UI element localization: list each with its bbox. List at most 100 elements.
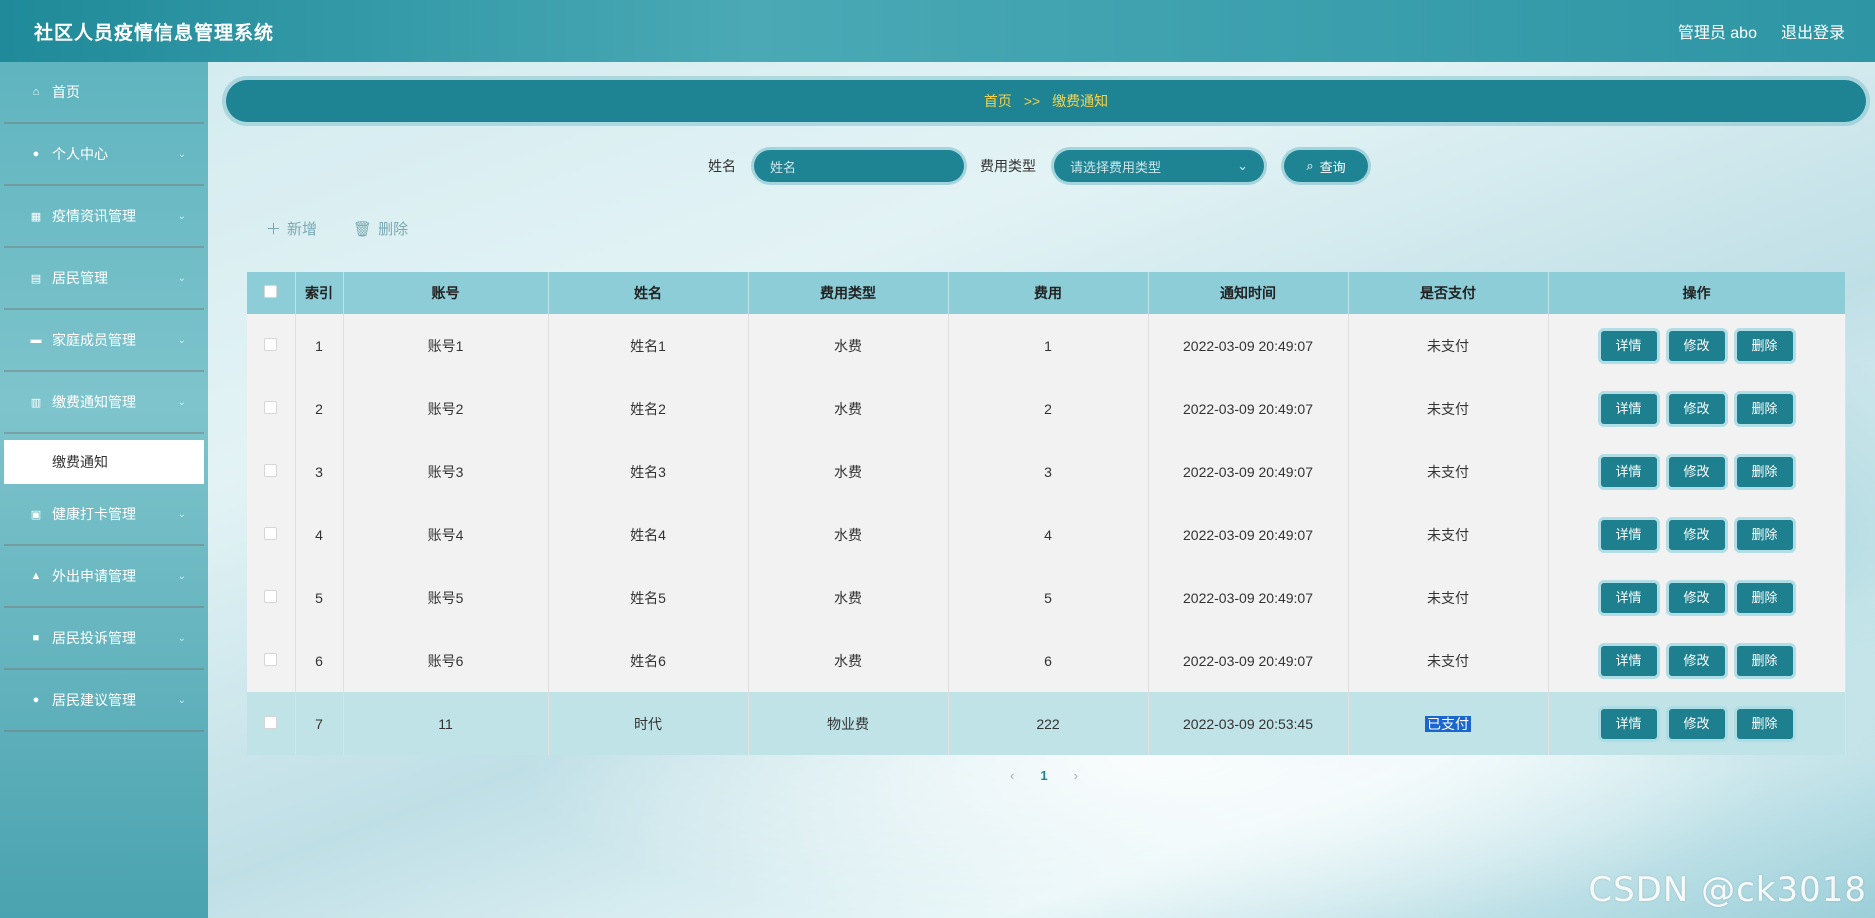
trend-icon: ▲ [30, 570, 42, 582]
next-page-button[interactable]: › [1074, 768, 1078, 783]
query-button[interactable]: ⌕ 查询 [1284, 150, 1368, 182]
edit-button[interactable]: 修改 [1668, 708, 1725, 739]
edit-button[interactable]: 修改 [1668, 456, 1725, 487]
account-cell: 账号3 [343, 440, 549, 503]
edit-button[interactable]: 修改 [1668, 645, 1725, 676]
edit-button[interactable]: 修改 [1668, 582, 1725, 613]
row-checkbox[interactable] [264, 400, 278, 414]
row-checkbox[interactable] [264, 715, 278, 729]
chevron-down-icon: ⌄ [177, 694, 186, 706]
select-all-checkbox[interactable] [264, 285, 278, 298]
briefcase-icon: ■ [32, 632, 40, 644]
breadcrumb-home[interactable]: 首页 [984, 91, 1012, 111]
name-search-input[interactable]: 姓名 [754, 150, 964, 182]
row-select-cell [247, 629, 296, 692]
row-checkbox[interactable] [264, 652, 278, 666]
fee-cell: 4 [948, 503, 1149, 566]
prev-page-button[interactable]: ‹ [1010, 768, 1014, 783]
operations-cell: 详情 修改 删除 [1548, 314, 1846, 377]
delete-button[interactable]: 删除 [1736, 330, 1793, 361]
search-bar: 姓名 姓名 费用类型 请选择费用类型 ⌄ ⌕ 查询 [708, 150, 1368, 182]
detail-button[interactable]: 详情 [1600, 582, 1657, 613]
delete-button[interactable]: 删除 [1736, 645, 1793, 676]
batch-delete-button[interactable]: 🗑 删除 [353, 218, 408, 239]
user-icon: ● [32, 148, 40, 160]
sidebar-item-label: 健康打卡管理 [52, 506, 136, 522]
sidebar-item-health-checkin[interactable]: ▣ 健康打卡管理 ⌄ [4, 484, 204, 546]
add-button[interactable]: ＋ 新增 [266, 218, 317, 239]
sidebar-item-epidemic-news[interactable]: ▦ 疫情资讯管理 ⌄ [4, 186, 204, 248]
delete-button[interactable]: 删除 [1736, 393, 1793, 424]
sidebar-item-label: 居民投诉管理 [52, 630, 136, 646]
chevron-down-icon: ⌄ [177, 272, 186, 284]
edit-button[interactable]: 修改 [1668, 519, 1725, 550]
detail-button[interactable]: 详情 [1600, 645, 1657, 676]
name-cell: 姓名6 [548, 629, 749, 692]
page-number[interactable]: 1 [1040, 768, 1047, 783]
sidebar: ⌂ 首页 ● 个人中心 ⌄ ▦ 疫情资讯管理 ⌄ ▤ 居民管理 ⌄ ▬ 家庭成员… [0, 62, 208, 918]
notice-time-cell: 2022-03-09 20:49:07 [1148, 629, 1349, 692]
notice-time-cell: 2022-03-09 20:53:45 [1148, 692, 1349, 755]
index-cell: 4 [295, 503, 344, 566]
name-cell: 姓名5 [548, 566, 749, 629]
sidebar-item-family-members[interactable]: ▬ 家庭成员管理 ⌄ [4, 310, 204, 372]
fee-cell: 3 [948, 440, 1149, 503]
delete-button[interactable]: 删除 [1736, 708, 1793, 739]
detail-button[interactable]: 详情 [1600, 330, 1657, 361]
chart-icon: ▥ [30, 396, 42, 409]
delete-button[interactable]: 删除 [1736, 519, 1793, 550]
edit-button[interactable]: 修改 [1668, 393, 1725, 424]
fee-type-cell: 水费 [748, 503, 949, 566]
detail-button[interactable]: 详情 [1600, 456, 1657, 487]
chevron-down-icon: ⌄ [177, 210, 186, 222]
paid-status-cell: 未支付 [1348, 503, 1549, 566]
grid-icon: ▦ [30, 210, 42, 223]
name-placeholder: 姓名 [770, 159, 797, 175]
row-checkbox[interactable] [264, 463, 278, 477]
column-header: 是否支付 [1348, 272, 1549, 314]
sidebar-item-complaints[interactable]: ■ 居民投诉管理 ⌄ [4, 608, 204, 670]
select-all-cell [247, 272, 296, 314]
fee-type-label: 费用类型 [980, 158, 1036, 174]
operations-cell: 详情 修改 删除 [1548, 440, 1846, 503]
admin-user-label[interactable]: 管理员 abo [1678, 19, 1757, 43]
detail-button[interactable]: 详情 [1600, 708, 1657, 739]
row-select-cell [247, 377, 296, 440]
detail-button[interactable]: 详情 [1600, 393, 1657, 424]
sidebar-item-residents[interactable]: ▤ 居民管理 ⌄ [4, 248, 204, 310]
notice-time-cell: 2022-03-09 20:49:07 [1148, 503, 1349, 566]
fee-type-cell: 水费 [748, 440, 949, 503]
paid-status: 未支付 [1427, 589, 1469, 606]
edit-button[interactable]: 修改 [1668, 330, 1725, 361]
paid-status-cell: 未支付 [1348, 566, 1549, 629]
paid-status: 未支付 [1427, 463, 1469, 480]
sidebar-item-outing-request[interactable]: ▲ 外出申请管理 ⌄ [4, 546, 204, 608]
paid-status-cell: 未支付 [1348, 629, 1549, 692]
add-button-label: 新增 [287, 221, 318, 238]
sidebar-item-home[interactable]: ⌂ 首页 [4, 62, 204, 124]
delete-button[interactable]: 删除 [1736, 456, 1793, 487]
sidebar-item-payment-notice[interactable]: ▥ 缴费通知管理 ⌄ [4, 372, 204, 434]
fee-type-select[interactable]: 请选择费用类型 ⌄ [1054, 150, 1264, 182]
logout-link[interactable]: 退出登录 [1781, 19, 1845, 43]
row-checkbox[interactable] [264, 526, 278, 540]
index-cell: 7 [295, 692, 344, 755]
name-cell: 姓名4 [548, 503, 749, 566]
notice-time-cell: 2022-03-09 20:49:07 [1148, 566, 1349, 629]
delete-button[interactable]: 删除 [1736, 582, 1793, 613]
chevron-down-icon: ⌄ [177, 396, 186, 408]
header-actions: 管理员 abo 退出登录 [1678, 19, 1845, 43]
index-cell: 2 [295, 377, 344, 440]
name-cell: 姓名2 [548, 377, 749, 440]
chevron-down-icon: ⌄ [1237, 158, 1248, 173]
detail-button[interactable]: 详情 [1600, 519, 1657, 550]
sidebar-subitem-payment-notice[interactable]: 缴费通知 [4, 440, 204, 484]
sidebar-item-suggestions[interactable]: ● 居民建议管理 ⌄ [4, 670, 204, 732]
fee-cell: 6 [948, 629, 1149, 692]
sidebar-item-personal-center[interactable]: ● 个人中心 ⌄ [4, 124, 204, 186]
name-label: 姓名 [708, 158, 736, 174]
table-row: 2 账号2 姓名2 水费 2 2022-03-09 20:49:07 未支付 详情 修改 删除 [247, 377, 1846, 440]
column-header: 姓名 [548, 272, 749, 314]
row-checkbox[interactable] [264, 337, 278, 351]
row-checkbox[interactable] [264, 589, 278, 603]
